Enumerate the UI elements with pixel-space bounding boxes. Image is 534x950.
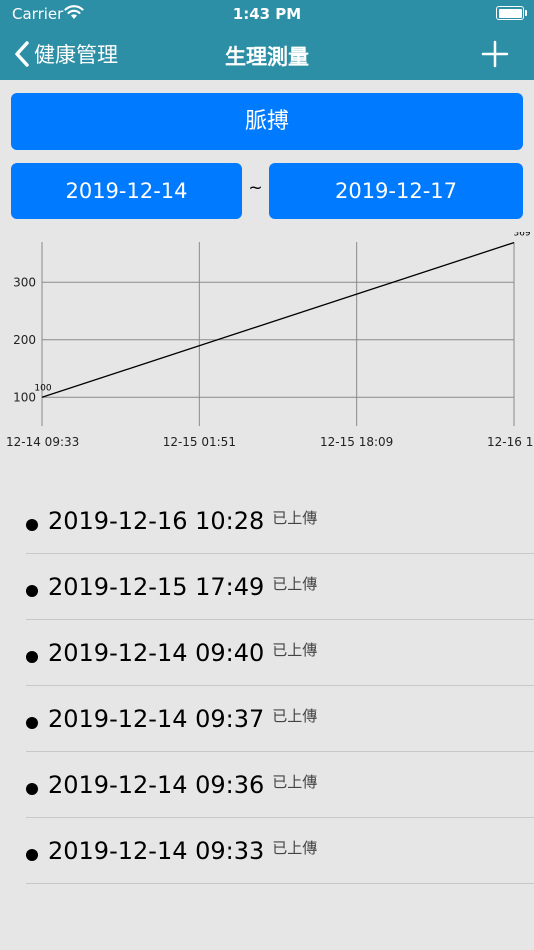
record-time: 2019-12-14 09:33 [48, 836, 265, 865]
chart-x-tick-label: 12-15 01:51 [163, 435, 236, 449]
nav-bar: 健康管理 生理測量 [0, 28, 534, 80]
upload-status: 已上傳 [272, 773, 318, 791]
status-bar: Carrier 1:43 PM [0, 0, 534, 28]
record-item[interactable]: 2019-12-14 09:37 已上傳 [26, 686, 534, 752]
chart-series: 100 369 [34, 232, 531, 398]
add-icon[interactable] [480, 39, 510, 69]
start-date-button[interactable]: 2019-12-14 [11, 163, 242, 219]
chart-data-label: 100 [34, 383, 51, 393]
bullet-icon [26, 584, 38, 597]
chart-y-axis: 100 200 300 [13, 275, 36, 404]
chart-grid [41, 242, 515, 426]
metric-type-button[interactable]: 脈搏 [11, 93, 523, 150]
chart-x-axis: 12-14 09:33 12-15 01:51 12-15 18:09 12-16 1… [6, 435, 534, 449]
battery-icon [496, 6, 527, 20]
record-item[interactable]: 2019-12-15 17:49 已上傳 [26, 554, 534, 620]
bullet-icon [26, 716, 38, 729]
bullet-icon [26, 518, 38, 531]
chart-y-tick-label: 100 [13, 390, 36, 404]
chart-x-tick-label: 12-15 18:09 [320, 435, 393, 449]
bullet-icon [26, 782, 38, 795]
end-date-button[interactable]: 2019-12-17 [269, 163, 523, 219]
upload-status: 已上傳 [272, 641, 318, 659]
chart-y-tick-label: 300 [13, 275, 36, 289]
upload-status: 已上傳 [272, 509, 318, 527]
upload-status: 已上傳 [272, 575, 318, 593]
record-time: 2019-12-14 09:36 [48, 770, 265, 799]
record-time: 2019-12-16 10:28 [48, 506, 265, 535]
record-item[interactable]: 2019-12-14 09:33 已上傳 [26, 818, 534, 884]
record-list: 2019-12-16 10:28 已上傳 2019-12-15 17:49 已上… [26, 488, 534, 884]
record-item[interactable]: 2019-12-16 10:28 已上傳 [26, 488, 534, 554]
record-time: 2019-12-14 09:40 [48, 638, 265, 667]
status-time: 1:43 PM [232, 5, 302, 23]
bullet-icon [26, 650, 38, 663]
chart-x-tick-label: 12-14 09:33 [6, 435, 79, 449]
pulse-line-chart: 100 200 300 12-14 09:33 12-15 01:51 12-15 18… [6, 232, 534, 449]
chart-series-line [41, 241, 515, 398]
chart-data-label: 369 [513, 232, 530, 239]
record-item[interactable]: 2019-12-14 09:36 已上傳 [26, 752, 534, 818]
bullet-icon [26, 848, 38, 861]
upload-status: 已上傳 [272, 839, 318, 857]
record-item[interactable]: 2019-12-14 09:40 已上傳 [26, 620, 534, 686]
date-range-separator: ~ [248, 178, 263, 198]
record-time: 2019-12-15 17:49 [48, 572, 265, 601]
upload-status: 已上傳 [272, 707, 318, 725]
page-title: 生理測量 [225, 45, 309, 69]
chart-x-tick-label: 12-16 10 [487, 435, 534, 449]
record-time: 2019-12-14 09:37 [48, 704, 265, 733]
chart-y-tick-label: 200 [13, 333, 36, 347]
